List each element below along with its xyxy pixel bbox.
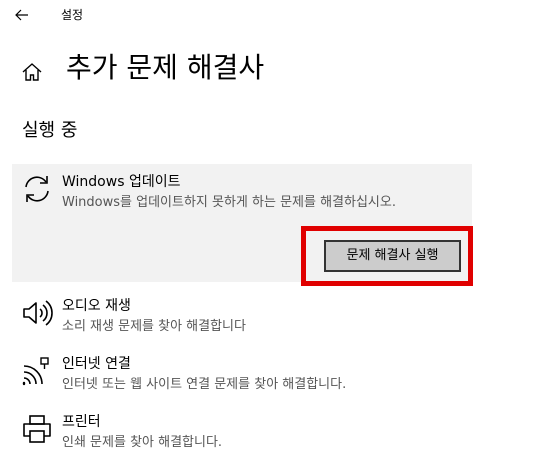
item-title: 프린터 [62,414,101,430]
item-title: 인터넷 연결 [62,356,131,372]
home-icon[interactable] [21,61,43,83]
back-arrow-icon [15,9,28,21]
refresh-icon [20,172,54,206]
item-description: 소리 재생 문제를 찾아 해결합니다 [62,319,246,334]
settings-window: 설정 추가 문제 해결사 실행 중 Windows 업데이트 Windows를 … [0,0,548,464]
item-title: 오디오 재생 [62,298,131,314]
speaker-icon [20,296,54,330]
title-bar: 설정 [0,0,548,32]
item-description: 인터넷 또는 웹 사이트 연결 문제를 찾아 해결합니다. [62,377,347,392]
troubleshooter-item-windows-update[interactable]: Windows 업데이트 Windows를 업데이트하지 못하게 하는 문제를 … [12,164,472,214]
printer-icon [20,412,54,446]
run-troubleshooter-button[interactable]: 문제 해결사 실행 [324,240,461,272]
item-title: Windows 업데이트 [62,174,181,190]
back-button[interactable] [10,4,34,26]
page-header: 추가 문제 해결사 [0,48,548,92]
window-title: 설정 [61,8,84,22]
network-icon [20,354,54,388]
troubleshooter-item-audio[interactable]: 오디오 재생 소리 재생 문제를 찾아 해결합니다 [12,288,472,338]
troubleshooter-item-internet[interactable]: 인터넷 연결 인터넷 또는 웹 사이트 연결 문제를 찾아 해결합니다. [12,346,472,396]
troubleshooter-item-printer[interactable]: 프린터 인쇄 문제를 찾아 해결합니다. [12,404,472,454]
page-title: 추가 문제 해결사 [66,51,265,84]
item-description: 인쇄 문제를 찾아 해결합니다. [62,435,223,450]
item-description: Windows를 업데이트하지 못하게 하는 문제를 해결하십시오. [62,195,396,210]
section-title: 실행 중 [22,120,78,141]
